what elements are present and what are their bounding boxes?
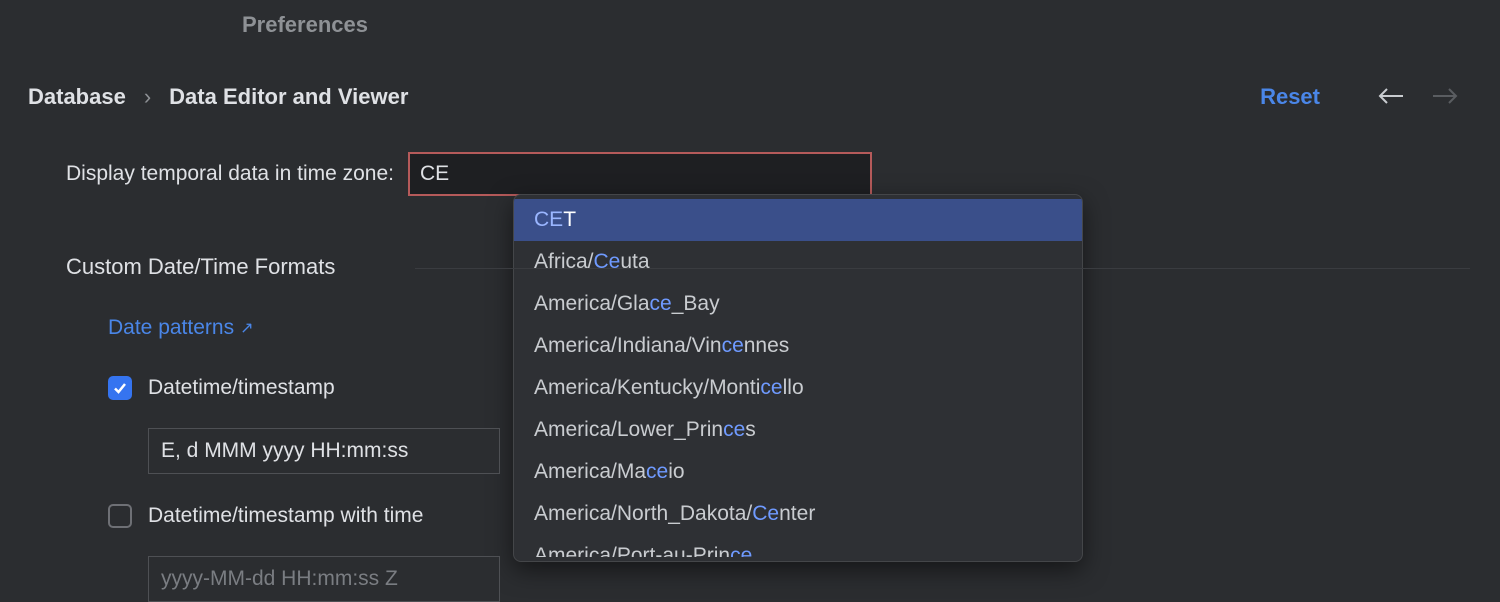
page-title: Preferences [242,12,368,38]
datetime-format-input[interactable]: E, d MMM yyyy HH:mm:ss [148,428,500,474]
timezone-suggestion[interactable]: America/Port-au-Prince [514,535,1082,557]
datetime-tz-format-value: yyyy-MM-dd HH:mm:ss Z [161,567,398,591]
timezone-suggestion[interactable]: Africa/Ceuta [514,241,1082,283]
datetime-tz-checkbox[interactable] [108,504,132,528]
breadcrumb: Database › Data Editor and Viewer [28,84,408,110]
datetime-label: Datetime/timestamp [148,376,335,400]
nav-forward-button [1432,86,1458,106]
breadcrumb-root[interactable]: Database [28,84,126,110]
timezone-label: Display temporal data in time zone: [66,162,394,186]
reset-button[interactable]: Reset [1260,84,1320,110]
timezone-suggestion[interactable]: America/Indiana/Vincennes [514,325,1082,367]
section-divider [415,268,1470,269]
timezone-suggestions: CETAfrica/CeutaAmerica/Glace_BayAmerica/… [513,194,1083,562]
datetime-checkbox[interactable] [108,376,132,400]
breadcrumb-separator: › [144,84,151,110]
nav-back-button[interactable] [1378,86,1404,106]
datetime-tz-label: Datetime/timestamp with time [148,504,423,528]
timezone-input-wrap[interactable] [408,152,872,196]
datetime-format-value: E, d MMM yyyy HH:mm:ss [161,439,408,463]
date-patterns-link-text: Date patterns [108,316,234,340]
datetime-tz-format-input[interactable]: yyyy-MM-dd HH:mm:ss Z [148,556,500,602]
timezone-suggestion[interactable]: America/Maceio [514,451,1082,493]
timezone-suggestion[interactable]: America/North_Dakota/Center [514,493,1082,535]
timezone-suggestion[interactable]: America/Glace_Bay [514,283,1082,325]
timezone-suggestion[interactable]: America/Kentucky/Monticello [514,367,1082,409]
breadcrumb-leaf: Data Editor and Viewer [169,84,408,110]
timezone-suggestion[interactable]: CET [514,199,1082,241]
date-patterns-link[interactable]: Date patterns ↗ [108,316,253,340]
timezone-suggestion[interactable]: America/Lower_Princes [514,409,1082,451]
timezone-input[interactable] [420,162,860,186]
external-link-icon: ↗ [240,318,253,338]
custom-formats-title: Custom Date/Time Formats [66,254,335,280]
